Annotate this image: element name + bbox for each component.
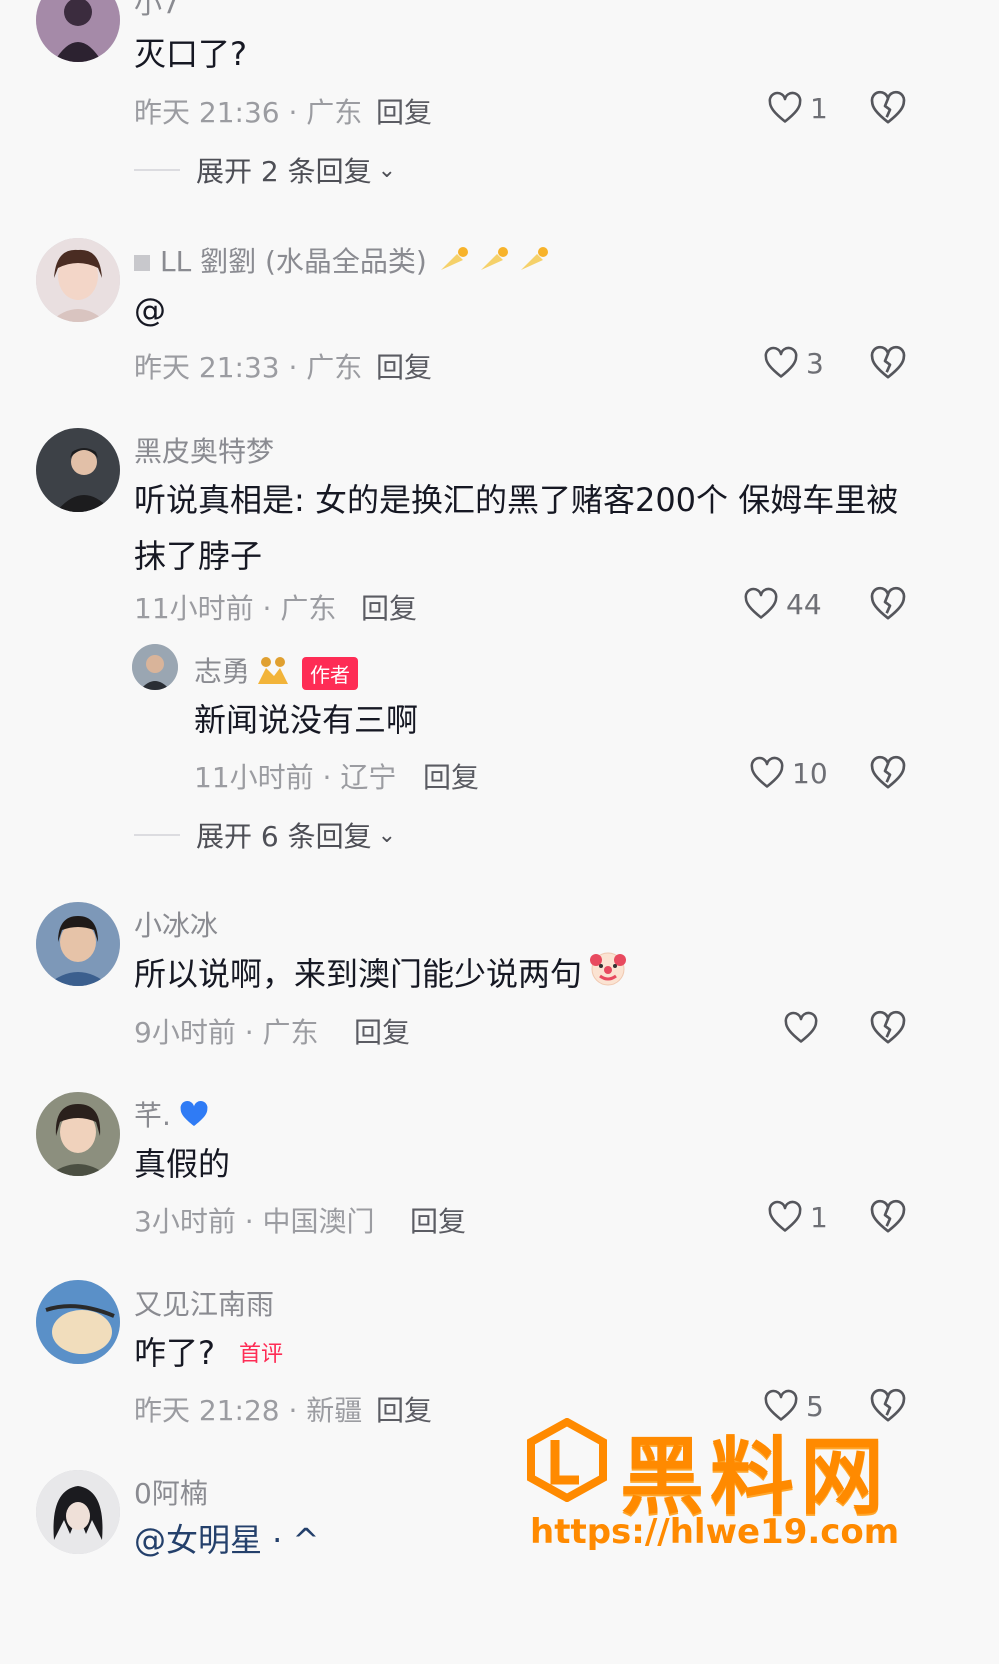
first-comment-tag: 首评 — [239, 1342, 284, 1367]
like-count: 10 — [792, 756, 828, 790]
expand-replies-label: 展开 2 条回复 — [196, 155, 372, 188]
broken-heart-icon — [868, 1197, 908, 1237]
dislike-button[interactable] — [868, 343, 908, 383]
avatar[interactable] — [36, 0, 120, 62]
heart-icon — [748, 754, 786, 792]
comment-meta: 昨天 21:36 · 广东 — [134, 96, 363, 129]
comment-meta: 11小时前 · 广东 — [134, 592, 337, 625]
avatar[interactable] — [36, 1280, 120, 1364]
like-count: 3 — [806, 346, 824, 380]
comment-text: 灭口了? — [134, 35, 247, 73]
comment-text: @女明星 · ^ — [134, 1521, 320, 1559]
comment-text: @ — [134, 291, 166, 329]
divider — [134, 834, 180, 836]
divider — [134, 169, 180, 171]
heart-icon — [766, 1198, 804, 1236]
heart-icon — [742, 585, 780, 623]
like-count: 1 — [810, 1200, 828, 1234]
like-button[interactable] — [782, 1006, 826, 1050]
reply-button[interactable]: 回复 — [376, 346, 432, 386]
broken-heart-icon — [868, 343, 908, 383]
dislike-button[interactable] — [868, 584, 908, 624]
avatar[interactable] — [36, 238, 120, 322]
broken-heart-icon — [868, 584, 908, 624]
username[interactable]: 黑皮奥特梦 — [134, 430, 274, 470]
clown-emoji-icon — [588, 948, 628, 1005]
comment-meta: 11小时前 · 辽宁 — [194, 761, 397, 794]
reply-button[interactable]: 回复 — [410, 1200, 466, 1240]
like-button[interactable]: 1 — [766, 86, 828, 130]
like-count: 44 — [786, 587, 822, 621]
heart-icon — [782, 1009, 820, 1047]
avatar[interactable] — [36, 902, 120, 986]
avatar[interactable] — [36, 428, 120, 512]
username[interactable]: 又见江南雨 — [134, 1283, 274, 1323]
reply-button[interactable]: 回复 — [376, 91, 432, 131]
watermark: 黑料网 https://hlwe19.com — [525, 1410, 945, 1560]
like-button[interactable]: 1 — [766, 1195, 828, 1239]
comet-emoji-icon — [435, 242, 555, 285]
comment-text: 真假的 — [134, 1145, 231, 1183]
heart-icon — [766, 89, 804, 127]
like-button[interactable]: 44 — [742, 582, 822, 626]
expand-replies-button[interactable]: 展开 6 条回复 ⌄ — [134, 815, 396, 855]
comment-meta: 昨天 21:28 · 新疆 — [134, 1394, 363, 1427]
badge-icon — [134, 255, 150, 271]
broken-heart-icon — [868, 1008, 908, 1048]
comment-text: 新闻说没有三啊 — [194, 701, 419, 739]
username[interactable]: 0阿楠 — [134, 1472, 208, 1512]
expand-replies-label: 展开 6 条回复 — [196, 820, 372, 853]
avatar[interactable] — [36, 1092, 120, 1176]
reply-button[interactable]: 回复 — [376, 1389, 432, 1429]
dislike-button[interactable] — [868, 753, 908, 793]
blue-heart-icon — [177, 1098, 211, 1137]
author-tag: 作者 — [302, 656, 359, 690]
chevron-down-icon: ⌄ — [377, 822, 397, 848]
avatar[interactable] — [132, 644, 178, 690]
reply-button[interactable]: 回复 — [423, 756, 479, 796]
like-count: 1 — [810, 91, 828, 125]
username[interactable]: 小冰冰 — [134, 904, 218, 944]
watermark-logo-icon — [527, 1418, 607, 1502]
comment-text: 咋了? 首评 — [134, 1325, 283, 1383]
username[interactable]: 志勇 作者 — [194, 650, 359, 693]
watermark-url: https://hlwe19.com — [530, 1512, 900, 1552]
expand-replies-button[interactable]: 展开 2 条回复 ⌄ — [134, 150, 396, 190]
heart-icon — [762, 344, 800, 382]
username[interactable]: LL 劉劉 (水晶全品类) — [134, 240, 555, 285]
comment-meta: 9小时前 · 广东 — [134, 1016, 319, 1049]
broken-heart-icon — [868, 88, 908, 128]
dislike-button[interactable] — [868, 1008, 908, 1048]
broken-heart-icon — [868, 753, 908, 793]
username[interactable]: 小7 — [134, 0, 180, 22]
avatar[interactable] — [36, 1470, 120, 1554]
comment-text: 所以说啊，来到澳门能少说两句 — [134, 946, 628, 1005]
chevron-down-icon: ⌄ — [377, 157, 397, 183]
comment-text: 听说真相是: 女的是换汇的黑了赌客200个 保姆车里被抹了脖子 — [134, 481, 899, 575]
comment-meta: 昨天 21:33 · 广东 — [134, 351, 363, 384]
wrestling-emoji-icon — [254, 654, 292, 693]
dislike-button[interactable] — [868, 88, 908, 128]
like-button[interactable]: 3 — [762, 341, 824, 385]
comment-meta: 3小时前 · 中国澳门 — [134, 1205, 375, 1238]
dislike-button[interactable] — [868, 1197, 908, 1237]
reply-button[interactable]: 回复 — [361, 587, 417, 627]
like-button[interactable]: 10 — [748, 751, 828, 795]
username[interactable]: 芊. — [134, 1094, 211, 1137]
reply-button[interactable]: 回复 — [354, 1011, 410, 1051]
